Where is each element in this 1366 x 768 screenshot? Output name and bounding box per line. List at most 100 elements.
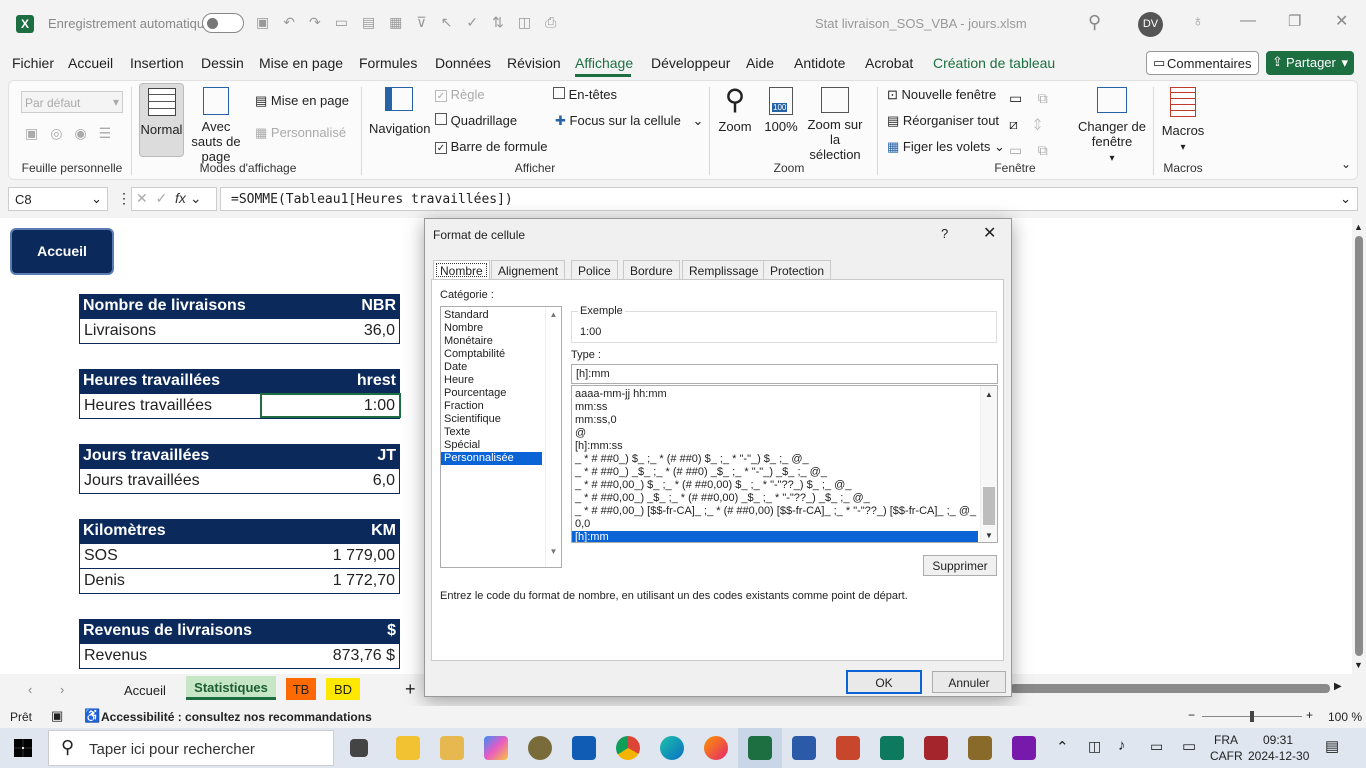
scroll-up-icon[interactable]: ▲: [1354, 222, 1363, 232]
scroll-thumb[interactable]: [1355, 236, 1363, 656]
scroll-right-icon[interactable]: ›: [60, 682, 64, 697]
onenote-icon[interactable]: [1012, 736, 1036, 760]
category-list[interactable]: Standard Nombre Monétaire Comptabilité D…: [440, 306, 562, 568]
list-item[interactable]: Spécial: [441, 439, 561, 452]
hide-icon[interactable]: ⧄: [1009, 116, 1018, 132]
sheet-tab-statistiques[interactable]: Statistiques: [186, 676, 276, 700]
list-item[interactable]: 0,0: [572, 518, 997, 531]
close-icon[interactable]: ✕: [983, 223, 996, 243]
list-item[interactable]: aaaa-mm-jj hh:mm: [572, 388, 997, 401]
scroll-up-icon[interactable]: ▲: [546, 310, 561, 319]
lightbulb-icon[interactable]: ♁: [1192, 13, 1204, 31]
side-by-side-icon[interactable]: ⧉: [1038, 90, 1048, 106]
chevron-up-icon[interactable]: ⌃: [1056, 738, 1069, 756]
normal-view-button[interactable]: Normal: [139, 83, 184, 157]
share-button[interactable]: ⇪ Partager ▾: [1266, 51, 1354, 75]
game-icon[interactable]: [528, 736, 552, 760]
dosbox-icon[interactable]: [968, 736, 992, 760]
focus-cell-button[interactable]: ✚ Focus sur la cellule ⌄: [555, 113, 703, 129]
name-box[interactable]: C8 ⌄: [8, 187, 108, 211]
list-item[interactable]: _ * # ##0,00_) $_ ;_ * (# ##0,00) $_ ;_ …: [572, 479, 997, 492]
table-row[interactable]: Heures travaillées 1:00: [79, 393, 401, 419]
custom-views-button[interactable]: ▦ Personnalisé: [255, 125, 346, 141]
copilot-icon[interactable]: [484, 736, 508, 760]
outlook-icon[interactable]: [572, 736, 596, 760]
save-icon[interactable]: ▣: [256, 14, 283, 30]
table-row[interactable]: Livraisons 36,0: [79, 319, 400, 344]
collapse-ribbon-icon[interactable]: ⌄: [1341, 157, 1351, 171]
close-icon[interactable]: ✕: [1335, 11, 1348, 31]
cancel-icon[interactable]: ✕: [136, 190, 148, 206]
zoom-in-icon[interactable]: +: [1306, 708, 1313, 722]
tab-developpeur[interactable]: Développeur: [651, 55, 730, 71]
format-icon[interactable]: ▤: [362, 14, 389, 30]
autosave-toggle[interactable]: [202, 13, 244, 33]
restore-icon[interactable]: ❐: [1288, 12, 1301, 30]
zoom-slider[interactable]: [1202, 711, 1302, 722]
list-item[interactable]: Texte: [441, 426, 561, 439]
tab-fichier[interactable]: Fichier: [12, 55, 54, 71]
keyboard-layout[interactable]: CAFR: [1210, 749, 1243, 763]
list-item-selected[interactable]: [h]:mm: [572, 531, 978, 542]
switch-window-button[interactable]: Changer de fenêtre ▾: [1077, 85, 1147, 166]
word-icon[interactable]: [792, 736, 816, 760]
table-header[interactable]: Kilomètres KM: [79, 519, 400, 544]
cancel-button[interactable]: Annuler: [932, 671, 1006, 693]
language-code[interactable]: FRA: [1214, 733, 1238, 747]
keep-icon[interactable]: ▣: [25, 125, 50, 141]
tab-police[interactable]: Police: [571, 260, 618, 280]
search-icon[interactable]: ⚲: [1088, 12, 1101, 33]
arrange-all-button[interactable]: ▤ Réorganiser tout: [887, 113, 999, 129]
headings-checkbox[interactable]: En-têtes: [553, 87, 617, 102]
clock-time[interactable]: 09:31: [1263, 733, 1293, 747]
tab-revision[interactable]: Révision: [507, 55, 561, 71]
avatar[interactable]: DV: [1138, 12, 1163, 37]
publisher-icon[interactable]: [880, 736, 904, 760]
formula-input[interactable]: =SOMME(Tableau1[Heures travaillées]) ⌄: [220, 187, 1358, 211]
ok-button[interactable]: OK: [846, 670, 922, 694]
zoom-level[interactable]: 100 %: [1328, 710, 1362, 724]
sync-scroll-icon[interactable]: ⇕: [1033, 116, 1041, 132]
battery-icon[interactable]: ▭: [1150, 738, 1163, 755]
list-item[interactable]: Monétaire: [441, 335, 561, 348]
list-item[interactable]: Standard: [441, 309, 561, 322]
reset-position-icon[interactable]: ⧉: [1038, 142, 1048, 158]
new-view-icon[interactable]: ◉: [74, 125, 98, 141]
scroll-down-icon[interactable]: ▼: [981, 531, 997, 540]
freeze-panes-button[interactable]: ▦ Figer les volets ⌄: [887, 139, 1005, 155]
tab-remplissage[interactable]: Remplissage: [682, 260, 766, 280]
tab-acrobat[interactable]: Acrobat: [865, 55, 913, 71]
navigation-button[interactable]: Navigation: [369, 87, 430, 136]
list-item[interactable]: _ * # ##0_) _$_ ;_ * (# ##0) _$_ ;_ * "-…: [572, 466, 997, 479]
macros-button[interactable]: Macros ▾: [1159, 85, 1207, 153]
format-scrollbar[interactable]: ▲ ▼: [980, 386, 997, 542]
sheet-tab-tb[interactable]: TB: [286, 678, 316, 700]
list-item[interactable]: [h]:mm:ss: [572, 440, 997, 453]
zoom-100-button[interactable]: 100 100%: [763, 85, 799, 134]
list-item[interactable]: Nombre: [441, 322, 561, 335]
tab-antidote[interactable]: Antidote: [794, 55, 845, 71]
tab-alignement[interactable]: Alignement: [491, 260, 566, 280]
scroll-left-icon[interactable]: ‹: [28, 682, 32, 697]
sheet-tab-bd[interactable]: BD: [326, 678, 360, 700]
tab-creation-tableau[interactable]: Création de tableau: [933, 55, 1055, 71]
accessibility-status[interactable]: Accessibilité : consultez nos recommanda…: [101, 710, 372, 724]
enter-icon[interactable]: ✓: [156, 190, 168, 206]
chrome-icon[interactable]: [616, 736, 640, 760]
page-break-view-button[interactable]: Avec sauts de page: [187, 83, 245, 164]
add-sheet-icon[interactable]: +: [405, 679, 416, 700]
list-item[interactable]: mm:ss,0: [572, 414, 997, 427]
tab-insertion[interactable]: Insertion: [130, 55, 184, 71]
macro-record-icon[interactable]: ▣: [51, 708, 63, 724]
list-item[interactable]: _ * # ##0_) $_ ;_ * (# ##0) $_ ;_ * "-"_…: [572, 453, 997, 466]
list-item[interactable]: _ * # ##0,00_) [$$-fr-CA]_ ;_ * (# ##0,0…: [572, 505, 997, 518]
notification-icon[interactable]: ▤: [1325, 737, 1339, 755]
table-row[interactable]: SOS 1 779,00: [79, 544, 400, 569]
zoom-selection-button[interactable]: Zoom sur la sélection: [803, 85, 867, 162]
tab-dessin[interactable]: Dessin: [201, 55, 244, 71]
tab-nombre[interactable]: Nombre: [433, 260, 490, 280]
formula-bar-checkbox[interactable]: ✓ Barre de formule: [435, 139, 547, 154]
excel-taskbar-icon[interactable]: [748, 736, 772, 760]
exit-icon[interactable]: ◎: [50, 125, 74, 141]
edge-icon[interactable]: [660, 736, 684, 760]
